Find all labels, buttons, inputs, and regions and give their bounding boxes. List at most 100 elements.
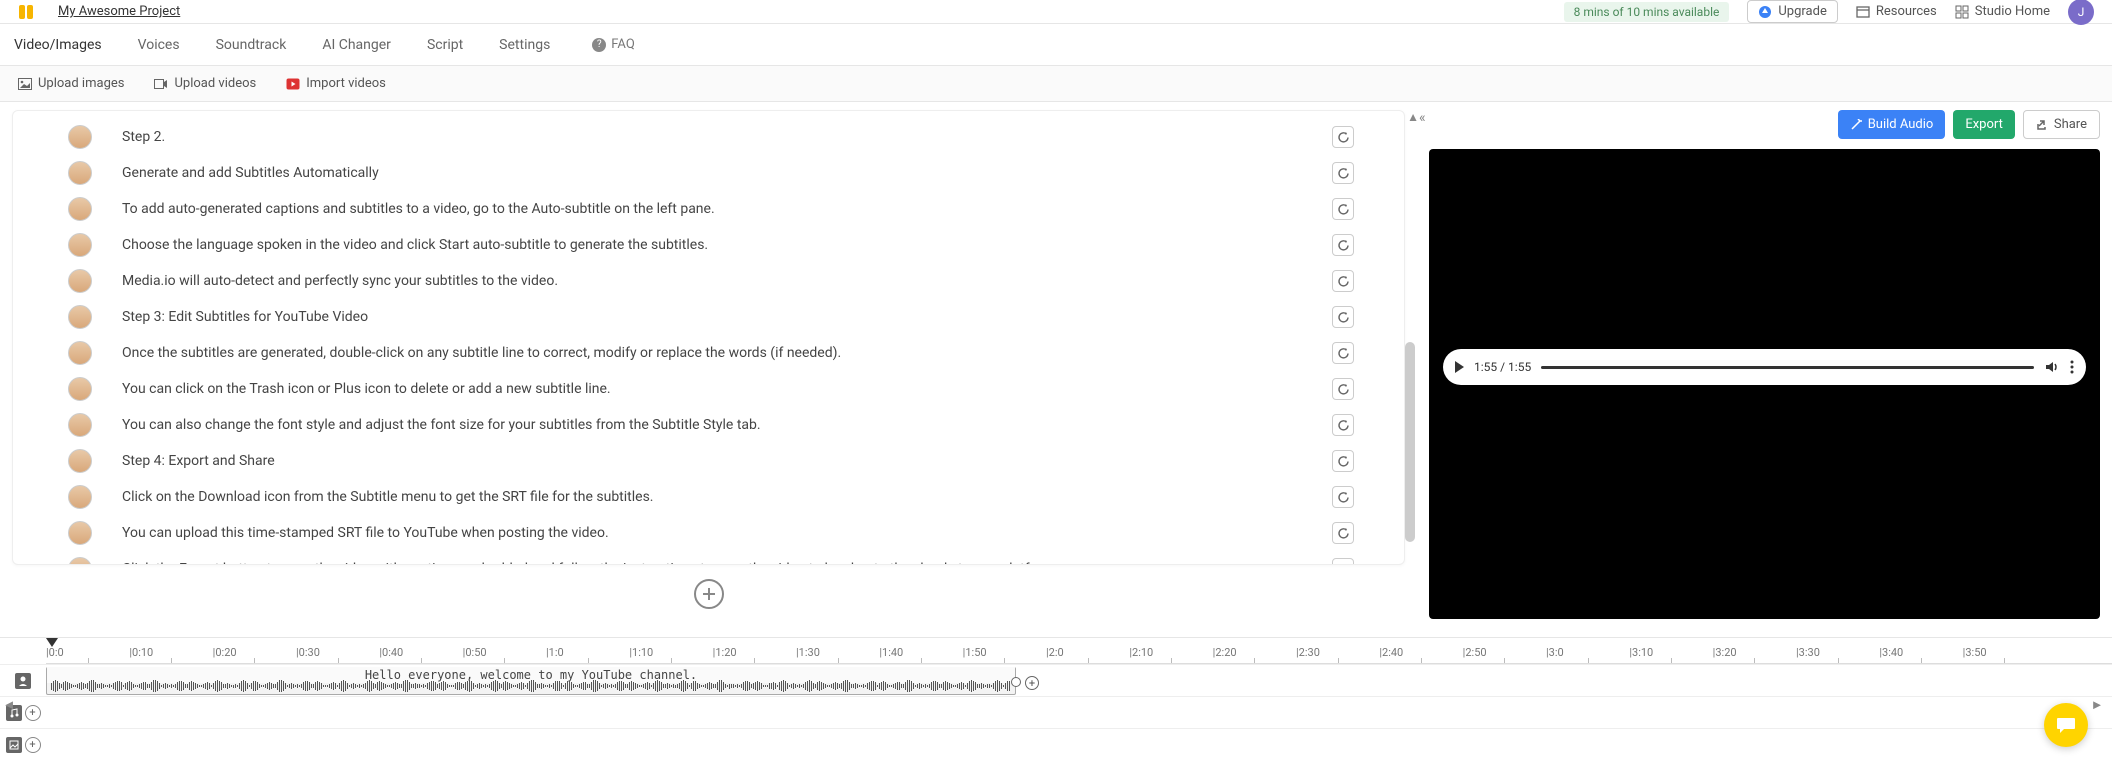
regenerate-button[interactable] [1332,558,1354,565]
voice-avatar[interactable] [68,449,92,473]
timeline-nav-right[interactable]: ► [2090,696,2104,714]
regenerate-button[interactable] [1332,450,1354,472]
script-text[interactable]: You can upload this time-stamped SRT fil… [122,525,1302,541]
music-add-button[interactable]: + [25,705,41,721]
build-audio-button[interactable]: Build Audio [1838,110,1946,139]
import-videos-button[interactable]: Import videos [286,76,386,91]
share-label: Share [2054,117,2087,132]
tracks: Hello everyone, welcome to my YouTube ch… [0,664,2112,760]
regenerate-button[interactable] [1332,486,1354,508]
ruler-mark: |2:20 [1213,646,1237,659]
script-card: Step 2. Generate and add Subtitles Automa… [12,110,1405,565]
script-row[interactable]: Click the Export button to save the vide… [13,551,1404,565]
script-row[interactable]: Once the subtitles are generated, double… [13,335,1404,371]
script-text[interactable]: Once the subtitles are generated, double… [122,345,1302,361]
voice-avatar[interactable] [68,161,92,185]
voice-avatar[interactable] [68,557,92,565]
regenerate-button[interactable] [1332,270,1354,292]
script-row[interactable]: Click on the Download icon from the Subt… [13,479,1404,515]
tab-video-images[interactable]: Video/Images [10,27,106,63]
script-text[interactable]: Step 2. [122,129,1302,145]
script-row[interactable]: Media.io will auto-detect and perfectly … [13,263,1404,299]
faq-link[interactable]: ? FAQ [592,37,634,52]
resources-icon [1856,5,1870,19]
project-title[interactable]: My Awesome Project [58,4,180,19]
timeline-ruler[interactable]: |0:0|0:10|0:20|0:30|0:40|0:50|1:0|1:10|1… [46,642,2112,664]
add-script-button[interactable] [694,579,724,609]
script-row[interactable]: You can upload this time-stamped SRT fil… [13,515,1404,551]
voice-avatar[interactable] [68,305,92,329]
voice-track-icon [15,673,31,689]
script-text[interactable]: To add auto-generated captions and subti… [122,201,1302,217]
upload-videos-button[interactable]: Upload videos [154,76,256,91]
regenerate-button[interactable] [1332,162,1354,184]
faq-label: FAQ [611,37,634,52]
tab-ai-changer[interactable]: AI Changer [318,27,395,63]
regenerate-button[interactable] [1332,198,1354,220]
regenerate-button[interactable] [1332,126,1354,148]
top-right: 8 mins of 10 mins available Upgrade Reso… [1564,0,2094,25]
clip-add-button[interactable]: + [1025,676,1039,690]
resources-link[interactable]: Resources [1856,4,1937,19]
voice-avatar[interactable] [68,125,92,149]
voice-avatar[interactable] [68,413,92,437]
collapse-panel-icon[interactable]: « [1419,110,1426,126]
regenerate-button[interactable] [1332,522,1354,544]
ruler-mark: |0:10 [129,646,153,659]
script-row[interactable]: Generate and add Subtitles Automatically [13,155,1404,191]
tab-script[interactable]: Script [423,27,467,63]
script-text[interactable]: Step 4: Export and Share [122,453,1302,469]
audio-clip[interactable]: Hello everyone, welcome to my YouTube ch… [46,667,1016,695]
script-text[interactable]: Step 3: Edit Subtitles for YouTube Video [122,309,1302,325]
tab-settings[interactable]: Settings [495,27,554,63]
content-area: Step 2. Generate and add Subtitles Automa… [0,102,2112,637]
image-add-button[interactable]: + [25,737,41,753]
voice-avatar[interactable] [68,485,92,509]
script-row[interactable]: Choose the language spoken in the video … [13,227,1404,263]
tab-soundtrack[interactable]: Soundtrack [212,27,291,63]
script-text[interactable]: You can click on the Trash icon or Plus … [122,381,1302,397]
script-row[interactable]: To add auto-generated captions and subti… [13,191,1404,227]
ruler-mark: |2:30 [1296,646,1320,659]
voice-track-handle [0,673,46,689]
script-row[interactable]: Step 2. [13,119,1404,155]
home-icon [1955,5,1969,19]
tab-voices[interactable]: Voices [134,27,184,63]
more-icon[interactable] [2070,360,2074,374]
upload-images-button[interactable]: Upload images [18,76,124,91]
timeline-nav-left[interactable]: ◄ [2,696,16,714]
regenerate-button[interactable] [1332,414,1354,436]
scrollbar[interactable] [1405,342,1415,542]
voice-avatar[interactable] [68,269,92,293]
script-text[interactable]: Click on the Download icon from the Subt… [122,489,1302,505]
volume-icon[interactable] [2044,359,2060,375]
script-row[interactable]: Step 4: Export and Share [13,443,1404,479]
script-text[interactable]: You can also change the font style and a… [122,417,1302,433]
regenerate-button[interactable] [1332,306,1354,328]
clip-end-handle[interactable] [1011,677,1021,687]
regenerate-button[interactable] [1332,234,1354,256]
voice-avatar[interactable] [68,233,92,257]
plus-icon [701,586,717,602]
export-button[interactable]: Export [1953,110,2015,139]
script-row[interactable]: You can click on the Trash icon or Plus … [13,371,1404,407]
regenerate-button[interactable] [1332,342,1354,364]
voice-avatar[interactable] [68,521,92,545]
progress-bar[interactable] [1541,366,2034,369]
script-text[interactable]: Generate and add Subtitles Automatically [122,165,1302,181]
play-icon[interactable] [1455,361,1464,373]
script-row[interactable]: Step 3: Edit Subtitles for YouTube Video [13,299,1404,335]
share-button[interactable]: Share [2023,110,2100,139]
voice-avatar[interactable] [68,341,92,365]
upgrade-button[interactable]: Upgrade [1747,0,1837,23]
regenerate-button[interactable] [1332,378,1354,400]
script-row[interactable]: You can also change the font style and a… [13,407,1404,443]
studio-home-link[interactable]: Studio Home [1955,4,2050,19]
user-avatar[interactable]: J [2068,0,2094,25]
voice-avatar[interactable] [68,377,92,401]
script-text[interactable]: Media.io will auto-detect and perfectly … [122,273,1302,289]
script-text[interactable]: Choose the language spoken in the video … [122,237,1302,253]
collapse-indicator[interactable]: ▲ [1407,110,1417,124]
voice-avatar[interactable] [68,197,92,221]
chat-fab[interactable] [2044,703,2088,747]
